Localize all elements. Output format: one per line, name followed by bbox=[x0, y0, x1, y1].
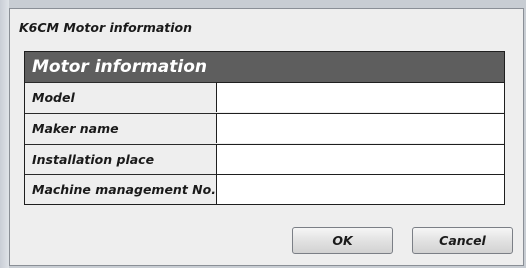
model-field[interactable] bbox=[216, 82, 504, 112]
motor-information-panel: Motor information Model Maker name Insta… bbox=[24, 51, 505, 205]
ok-button[interactable]: OK bbox=[292, 227, 393, 254]
row-maker-name: Maker name bbox=[25, 113, 504, 144]
cancel-button[interactable]: Cancel bbox=[412, 227, 513, 254]
maker-name-label: Maker name bbox=[25, 113, 216, 143]
row-installation-place: Installation place bbox=[25, 144, 504, 175]
machine-management-no-field[interactable] bbox=[216, 174, 504, 204]
window-edge bbox=[0, 0, 9, 268]
row-model: Model bbox=[25, 82, 504, 113]
installation-place-label: Installation place bbox=[25, 144, 216, 174]
model-label: Model bbox=[25, 82, 216, 112]
row-machine-management-no: Machine management No. bbox=[25, 174, 504, 205]
installation-place-field[interactable] bbox=[216, 144, 504, 174]
dialog-title: K6CM Motor information bbox=[19, 20, 193, 35]
panel-header: Motor information bbox=[25, 52, 504, 82]
maker-name-field[interactable] bbox=[216, 113, 504, 143]
machine-management-no-label: Machine management No. bbox=[25, 174, 216, 204]
